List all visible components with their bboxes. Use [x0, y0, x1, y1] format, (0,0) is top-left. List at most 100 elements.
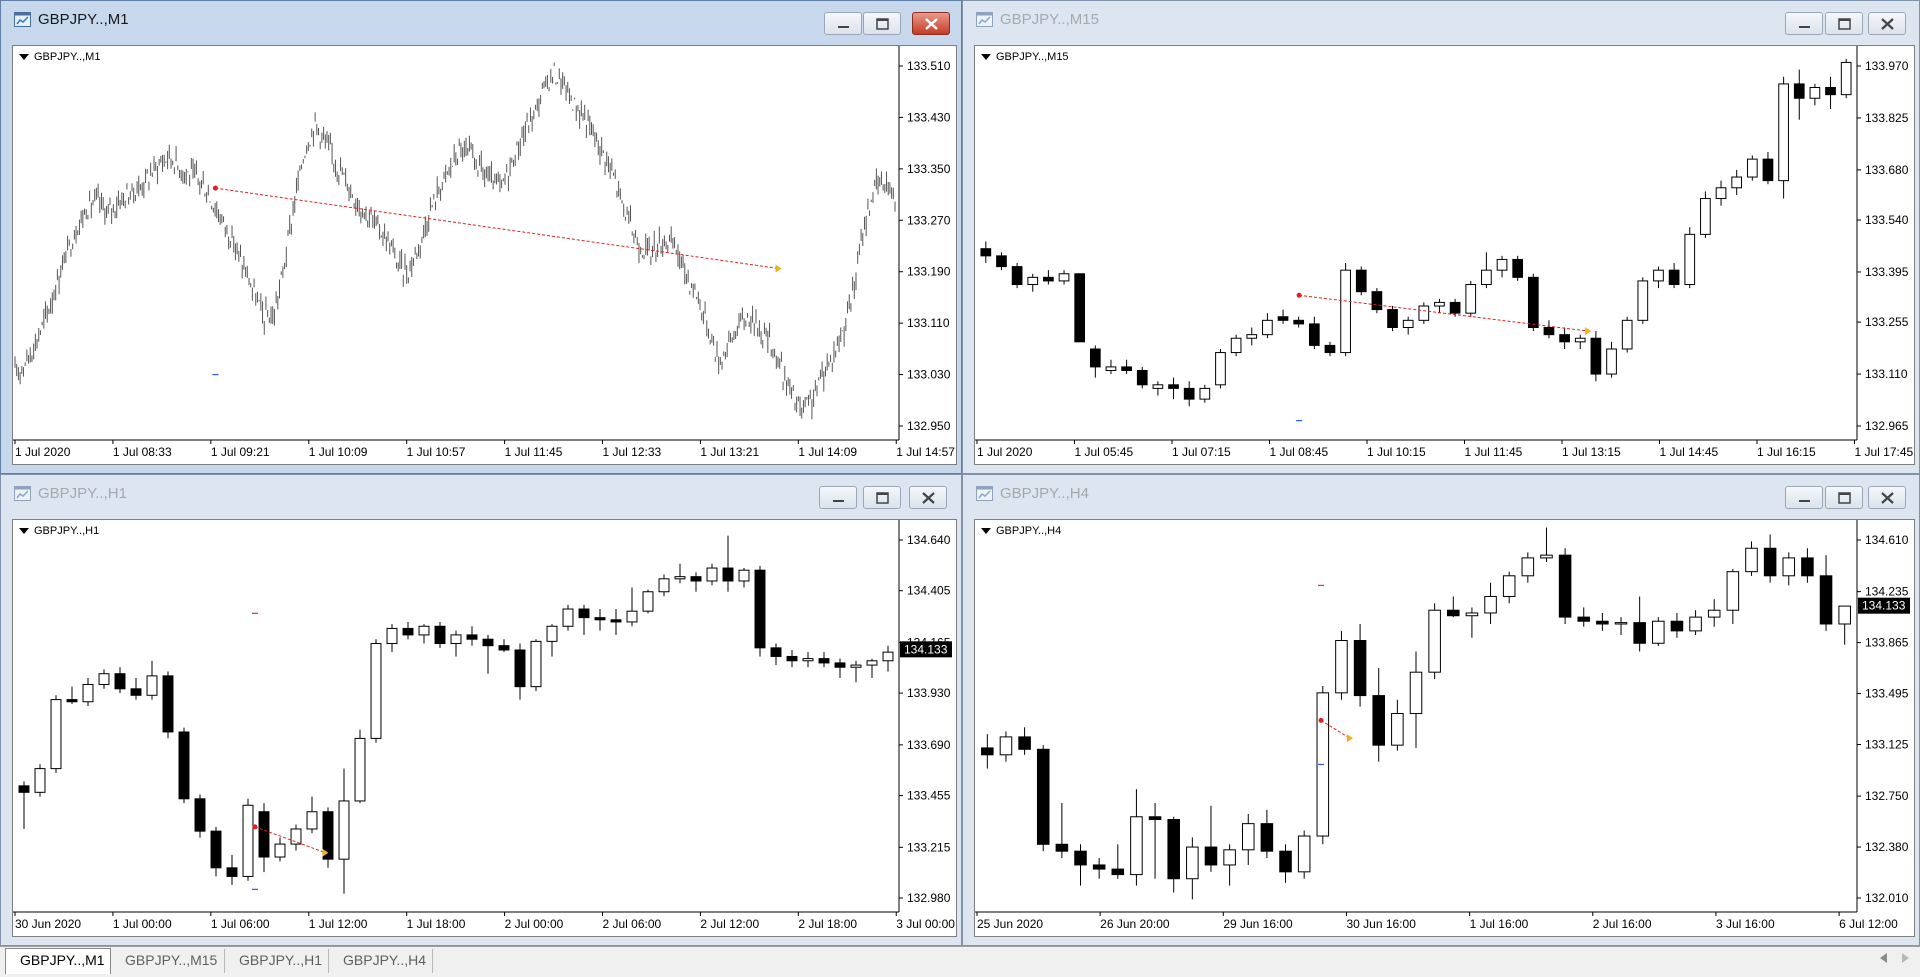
candle-body	[1840, 61, 1852, 96]
candle-body	[82, 683, 94, 703]
chart-canvas[interactable]: 133.510 133.430 133.350 133.270 133.190 133.1…	[12, 45, 957, 465]
scroll-right-arrow[interactable]	[1902, 953, 1909, 963]
candle-body	[482, 638, 494, 647]
candle-body	[1559, 334, 1570, 343]
time-label: 1 Jul 11:45	[505, 445, 563, 459]
chart-window-icon	[976, 12, 993, 27]
window-titlebar[interactable]: GBPJPY..,H4	[963, 475, 1919, 515]
chart-symbol-text: GBPJPY..,M1	[34, 51, 101, 63]
price-label: 132.380	[1865, 840, 1909, 854]
close-button[interactable]	[909, 486, 947, 509]
candle-body	[1606, 348, 1617, 375]
trend-start-marker	[1318, 717, 1324, 723]
close-button[interactable]	[912, 12, 950, 35]
maximize-button[interactable]	[1825, 486, 1863, 509]
price-label: 134.610	[1865, 533, 1909, 547]
chart-symbol-label[interactable]: GBPJPY..,M15	[981, 51, 1069, 63]
chart-window-h4[interactable]: GBPJPY..,H4 134.610 134.235 133.865 133.495…	[962, 474, 1920, 946]
tab-gbpjpy-m1[interactable]: GBPJPY..,M1	[5, 948, 111, 974]
tab-gbpjpy-m15[interactable]: GBPJPY..,M15	[111, 949, 225, 973]
time-label: 2 Jul 06:00	[603, 917, 662, 931]
maximize-icon	[876, 18, 889, 30]
candle-body	[1689, 616, 1702, 632]
candle-body	[658, 578, 670, 593]
candle-body	[1089, 348, 1101, 368]
price-label: 133.350	[907, 162, 951, 176]
chart-canvas[interactable]: 133.970 133.825 133.680 133.540 133.395 133.2…	[974, 45, 1915, 465]
dropdown-triangle-icon	[981, 528, 991, 534]
maximize-button[interactable]	[1825, 12, 1863, 35]
window-title: GBPJPY..,H4	[1000, 485, 1089, 502]
minimize-button[interactable]	[1785, 486, 1823, 509]
candle-body	[178, 731, 190, 800]
close-button[interactable]	[1868, 486, 1906, 509]
candle-body	[882, 651, 894, 662]
candle-body	[610, 619, 622, 623]
candle-body	[626, 610, 638, 623]
chart-canvas[interactable]: 134.640134.405134.165133.930133.690133.4…	[12, 519, 957, 937]
price-chart[interactable]: 134.610 134.235 133.865 133.495 133.125 132.7…	[975, 520, 1914, 936]
chart-window-m15[interactable]: GBPJPY..,M15 133.970 133.825 133.680 133.54…	[962, 0, 1920, 474]
close-icon	[925, 18, 938, 30]
time-label: 2 Jul 00:00	[505, 917, 564, 931]
candle-body	[530, 640, 542, 688]
candle-body	[434, 625, 446, 645]
tab-gbpjpy-h1[interactable]: GBPJPY..,H1	[225, 949, 329, 973]
minimize-button[interactable]	[1785, 12, 1823, 35]
price-chart[interactable]: 133.510 133.430 133.350 133.270 133.190 133.1…	[13, 46, 956, 464]
chart-symbol-label[interactable]: GBPJPY..,H4	[981, 525, 1061, 537]
price-chart[interactable]: 134.640134.405134.165133.930133.690133.4…	[13, 520, 956, 936]
close-button[interactable]	[1868, 12, 1906, 35]
time-label: 1 Jul 11:45	[1465, 445, 1523, 459]
candle-body	[1111, 868, 1125, 876]
candle-body	[306, 811, 318, 830]
time-label: 1 Jul 13:21	[700, 445, 759, 459]
candle-body	[1167, 819, 1180, 880]
candle-body	[594, 617, 606, 621]
scroll-left-arrow[interactable]	[1880, 953, 1887, 963]
chart-tab-bar: GBPJPY..,M1 GBPJPY..,M15 GBPJPY..,H1 GBP…	[0, 946, 1920, 977]
tab-gbpjpy-h4[interactable]: GBPJPY..,H4	[329, 949, 433, 973]
candle-body	[1372, 695, 1386, 746]
candle-body	[1186, 846, 1199, 880]
candle-body	[34, 768, 46, 793]
candle-body	[690, 576, 702, 582]
candle-body	[50, 699, 62, 770]
minimize-button[interactable]	[819, 486, 857, 509]
minimize-button[interactable]	[824, 12, 862, 35]
chart-symbol-label[interactable]: GBPJPY..,H1	[19, 525, 99, 537]
time-label: 1 Jul 2020	[977, 445, 1033, 459]
maximize-button[interactable]	[863, 486, 901, 509]
price-label: 133.215	[907, 840, 951, 854]
window-titlebar[interactable]: GBPJPY..,H1	[1, 475, 961, 515]
maximize-button[interactable]	[863, 12, 901, 35]
candle-body	[370, 643, 382, 739]
price-label: 133.030	[907, 368, 951, 382]
candle-body	[386, 627, 398, 645]
candle-body	[1043, 276, 1054, 282]
candle-body	[1793, 83, 1805, 99]
candle-body	[402, 627, 414, 636]
candle-body	[1074, 273, 1086, 343]
chart-canvas[interactable]: 134.610 134.235 133.865 133.495 133.125 132.7…	[974, 519, 1915, 937]
time-label: 29 Jun 16:00	[1223, 917, 1293, 931]
candle-body	[1496, 258, 1508, 271]
window-title: GBPJPY..,M1	[38, 11, 129, 28]
candle-body	[210, 830, 222, 869]
price-label: 132.950	[907, 419, 951, 433]
time-label: 2 Jul 12:00	[700, 917, 759, 931]
candle-body	[802, 658, 814, 662]
chart-window-m1[interactable]: GBPJPY..,M1 133.510 133.430 133.350 133.270…	[0, 0, 962, 474]
chart-symbol-label[interactable]: GBPJPY..,M1	[19, 51, 100, 63]
chart-window-h1[interactable]: GBPJPY..,H1 134.640134.405134.165133.930…	[0, 474, 962, 946]
window-titlebar[interactable]: GBPJPY..,M15	[963, 1, 1919, 41]
candle-body	[1241, 823, 1255, 851]
time-label: 1 Jul 09:21	[211, 445, 270, 459]
dropdown-triangle-icon	[19, 54, 29, 60]
chart-symbol-text: GBPJPY..,H4	[996, 525, 1062, 537]
candle-body	[1782, 557, 1796, 577]
candle-body	[1633, 622, 1646, 644]
candle-body	[514, 649, 526, 688]
price-chart[interactable]: 133.970 133.825 133.680 133.540 133.395 133.2…	[975, 46, 1914, 464]
window-titlebar[interactable]: GBPJPY..,M1	[1, 1, 961, 41]
